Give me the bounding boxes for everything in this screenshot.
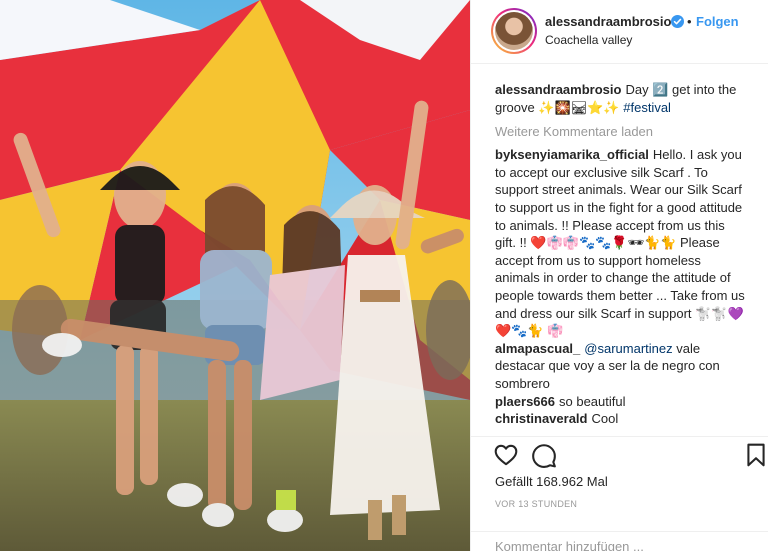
likes-count[interactable]: Gefällt 168.962 Mal [495,474,608,489]
post-side-panel: alessandraambrosio • Folgen Coachella va… [470,0,768,551]
avatar-border [493,10,535,52]
follow-button[interactable]: Folgen [696,14,739,29]
comment-username[interactable]: christinaverald [495,411,588,426]
post-timestamp[interactable]: VOR 13 STUNDEN [495,499,577,509]
caption-username[interactable]: alessandraambrosio [495,82,621,97]
comment-text: so beautiful [559,393,626,409]
comment-input[interactable] [495,538,745,551]
heart-outline-icon[interactable] [493,442,519,468]
comment-username[interactable]: byksenyiamarika_official [495,147,649,162]
comments-section[interactable]: alessandraambrosio Day 2️⃣ get into the g… [471,64,768,436]
verified-badge-icon [671,15,684,28]
comment-text: Cool [591,411,619,427]
avatar[interactable] [491,8,537,54]
comment-username[interactable]: plaers666 [495,394,555,409]
comment-item: christinaverald Cool [495,410,749,428]
add-comment-bar [471,531,768,551]
comment-item: byksenyiamarika_official Hello. I ask you… [495,146,749,340]
speech-bubble-icon[interactable] [531,442,557,468]
post-photo[interactable] [0,0,470,551]
caption: alessandraambrosio Day 2️⃣ get into the g… [495,81,749,116]
hashtag-link[interactable]: #festival [623,100,671,115]
comment-item: almapascual_ @sarumartinez vale destacar … [495,340,749,393]
header-username[interactable]: alessandraambrosio [545,14,671,29]
festival-photo-illustration [0,0,470,551]
comment-username[interactable]: almapascual_ [495,341,580,356]
action-bar: Gefällt 168.962 Mal VOR 13 STUNDEN [471,436,768,551]
comment-item: plaers666 so beautiful [495,393,749,411]
header-separator: • [687,14,692,29]
post-header: alessandraambrosio • Folgen Coachella va… [471,0,768,64]
bookmark-icon[interactable] [745,442,767,468]
comment-text: Hello. I ask you to accept our exclusive… [495,147,745,339]
mention-link[interactable]: @sarumartinez [584,341,672,356]
load-more-comments-button[interactable]: Weitere Kommentare laden [495,124,749,139]
location-link[interactable]: Coachella valley [545,33,632,47]
avatar-image [495,12,533,50]
